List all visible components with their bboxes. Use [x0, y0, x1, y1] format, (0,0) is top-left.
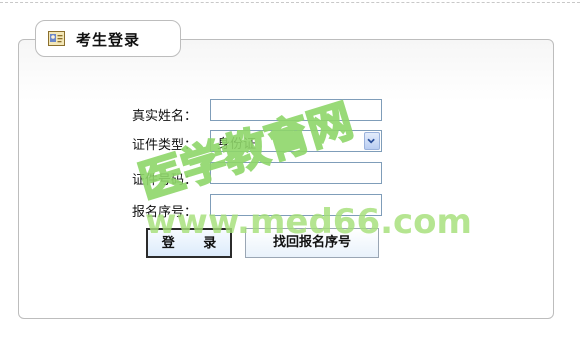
- id-card-icon: [48, 31, 65, 46]
- id-type-value: 身份证: [217, 137, 257, 152]
- name-input[interactable]: [210, 99, 382, 121]
- serial-label: 报名序号：: [132, 205, 198, 220]
- chevron-down-icon[interactable]: [364, 132, 380, 150]
- id-number-input[interactable]: [210, 162, 382, 184]
- recover-serial-button[interactable]: 找回报名序号: [245, 228, 379, 258]
- serial-input[interactable]: [210, 194, 382, 216]
- id-number-label: 证件号码：: [132, 173, 198, 188]
- login-page: 考生登录 真实姓名： 证件类型： 身份证 证件号码： 报名序号： 登 录 找回报…: [0, 0, 580, 346]
- panel-title: 考生登录: [76, 31, 141, 49]
- id-type-label: 证件类型：: [132, 138, 198, 153]
- panel-tab: 考生登录: [35, 20, 181, 57]
- name-label: 真实姓名：: [132, 109, 198, 124]
- login-button[interactable]: 登 录: [146, 228, 232, 258]
- id-type-select[interactable]: 身份证: [210, 130, 382, 152]
- top-divider: [0, 2, 580, 3]
